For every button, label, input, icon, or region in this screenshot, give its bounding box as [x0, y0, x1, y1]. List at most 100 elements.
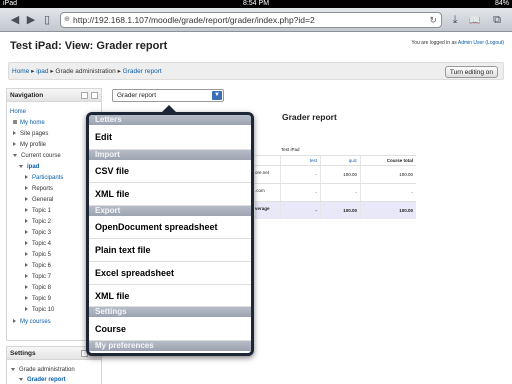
- nav-topic[interactable]: Topic 8: [25, 285, 51, 291]
- grade-cell[interactable]: -: [280, 184, 320, 201]
- breadcrumb: Home ▸ ipad ▸ Grade administration ▸ Gra…: [12, 67, 162, 75]
- turn-editing-button[interactable]: Turn editing on: [444, 66, 498, 78]
- nav-label: Topic 9: [32, 296, 52, 302]
- expand-icon: [25, 186, 28, 191]
- total-cell: 100.00: [360, 166, 416, 183]
- settings-grade-admin[interactable]: Grade administration: [11, 367, 75, 373]
- option-import-csv[interactable]: CSV file: [89, 160, 251, 183]
- option-course[interactable]: Course: [89, 317, 251, 341]
- nav-label: Topic 2: [32, 219, 52, 225]
- expand-icon: [25, 263, 28, 268]
- nav-label: Home: [10, 109, 27, 115]
- option-import-xml[interactable]: XML file: [89, 183, 251, 206]
- section-letters: Letters: [89, 115, 251, 125]
- select-popover: Letters Edit Import CSV file XML file Ex…: [86, 105, 254, 356]
- nav-label: Site pages: [20, 131, 49, 137]
- expand-icon: [13, 319, 16, 324]
- grade-cell[interactable]: -: [280, 166, 320, 183]
- report-select[interactable]: Grader report ▼: [112, 89, 224, 102]
- column-header-test[interactable]: test: [280, 156, 320, 165]
- grade-cell[interactable]: 100.00: [320, 166, 360, 183]
- nav-label: Topic 7: [32, 274, 52, 280]
- expand-icon: [25, 241, 28, 246]
- option-export-ods[interactable]: OpenDocument spreadsheet: [89, 216, 251, 239]
- dock-icon[interactable]: [81, 92, 88, 99]
- breadcrumb-bar: Home ▸ ipad ▸ Grade administration ▸ Gra…: [8, 62, 504, 80]
- nav-label: Topic 6: [32, 263, 52, 269]
- tabs-icon[interactable]: ⧉: [488, 13, 506, 27]
- nav-label: General: [32, 197, 54, 203]
- expand-icon: [25, 307, 28, 312]
- address-bar[interactable]: ⊕ http://192.168.1.107/moodle/grade/repo…: [60, 12, 442, 28]
- nav-home[interactable]: Home: [10, 109, 26, 115]
- breadcrumb-home[interactable]: Home: [12, 68, 29, 75]
- collapse-arrow-icon: [11, 367, 15, 371]
- nav-topic[interactable]: Topic 10: [25, 307, 54, 313]
- option-export-xls[interactable]: Excel spreadsheet: [89, 262, 251, 285]
- nav-current-course[interactable]: Current course: [13, 153, 61, 159]
- nav-topic[interactable]: Topic 7: [25, 274, 51, 280]
- breadcrumb-separator: ▸: [117, 68, 121, 75]
- row-label: ore.net: [255, 170, 270, 175]
- nav-label: Topic 1: [32, 208, 52, 214]
- breadcrumb-course[interactable]: ipad: [36, 68, 48, 75]
- popover-arrow: [161, 105, 177, 113]
- logout-link[interactable]: (Logout): [485, 40, 504, 46]
- expand-icon: [25, 252, 28, 257]
- nav-label: Topic 4: [32, 241, 52, 247]
- report-heading: Grader report: [282, 112, 337, 122]
- navigation-header: Navigation: [7, 89, 101, 102]
- login-info: You are logged in as Admin User (Logout): [411, 40, 504, 46]
- nav-reports[interactable]: Reports: [25, 186, 53, 192]
- nav-topic[interactable]: Topic 2: [25, 219, 51, 225]
- collapse-arrow-icon: [19, 164, 23, 168]
- breadcrumb-separator: ▸: [50, 68, 54, 75]
- table-header-row: test quiz Course total: [255, 155, 416, 165]
- table-row: ore.net - 100.00 100.00: [255, 165, 416, 183]
- nav-topic[interactable]: Topic 4: [25, 241, 51, 247]
- section-my-preferences: My preferences: [89, 341, 251, 351]
- nav-course-ipad[interactable]: ipad: [19, 164, 39, 170]
- option-edit[interactable]: Edit: [89, 125, 251, 150]
- settings-title: Settings: [10, 350, 36, 357]
- collapse-icon[interactable]: [91, 92, 98, 99]
- option-export-xml[interactable]: XML file: [89, 285, 251, 307]
- nav-my-home[interactable]: My home: [13, 120, 45, 126]
- nav-general[interactable]: General: [25, 197, 53, 203]
- table-row: Test iPad: [255, 145, 416, 155]
- globe-icon: ⊕: [64, 16, 70, 23]
- nav-label: My home: [20, 120, 45, 126]
- user-link[interactable]: Admin User: [458, 40, 484, 46]
- browser-toolbar: ◀ ▶ ▯ ⊕ http://192.168.1.107/moodle/grad…: [0, 8, 512, 32]
- nav-label: My courses: [20, 319, 51, 325]
- nav-my-profile[interactable]: My profile: [13, 142, 46, 148]
- expand-icon: [25, 296, 28, 301]
- average-cell: 100.00: [320, 202, 360, 219]
- settings-label: Grade administration: [19, 367, 75, 373]
- option-export-txt[interactable]: Plain text file: [89, 239, 251, 262]
- nav-topic[interactable]: Topic 9: [25, 296, 51, 302]
- total-cell: -: [360, 184, 416, 201]
- expand-icon: [25, 285, 28, 290]
- settings-grader-report[interactable]: Grader report: [19, 377, 66, 383]
- nav-topic[interactable]: Topic 5: [25, 252, 51, 258]
- status-bar: iPad 8:54 PM 84%: [0, 0, 512, 8]
- reload-icon[interactable]: ↻: [429, 13, 437, 27]
- url-text: http://192.168.1.107/moodle/grade/report…: [73, 15, 315, 25]
- nav-my-courses[interactable]: My courses: [13, 319, 51, 325]
- section-export: Export: [89, 206, 251, 216]
- reading-list-icon[interactable]: 📖: [466, 13, 484, 27]
- nav-participants[interactable]: Participants: [25, 175, 63, 181]
- breadcrumb-report[interactable]: Grader report: [123, 68, 162, 75]
- download-icon[interactable]: ⤓: [446, 13, 464, 27]
- nav-site-pages[interactable]: Site pages: [13, 131, 48, 137]
- navigation-title: Navigation: [10, 92, 44, 99]
- nav-topic[interactable]: Topic 6: [25, 263, 51, 269]
- column-header-quiz[interactable]: quiz: [320, 156, 360, 165]
- expand-icon: [25, 230, 28, 235]
- expand-icon: [13, 142, 16, 147]
- nav-topic[interactable]: Topic 3: [25, 230, 51, 236]
- nav-topic[interactable]: Topic 1: [25, 208, 51, 214]
- grade-cell[interactable]: -: [320, 184, 360, 201]
- bookmarks-icon[interactable]: ▯: [38, 13, 56, 27]
